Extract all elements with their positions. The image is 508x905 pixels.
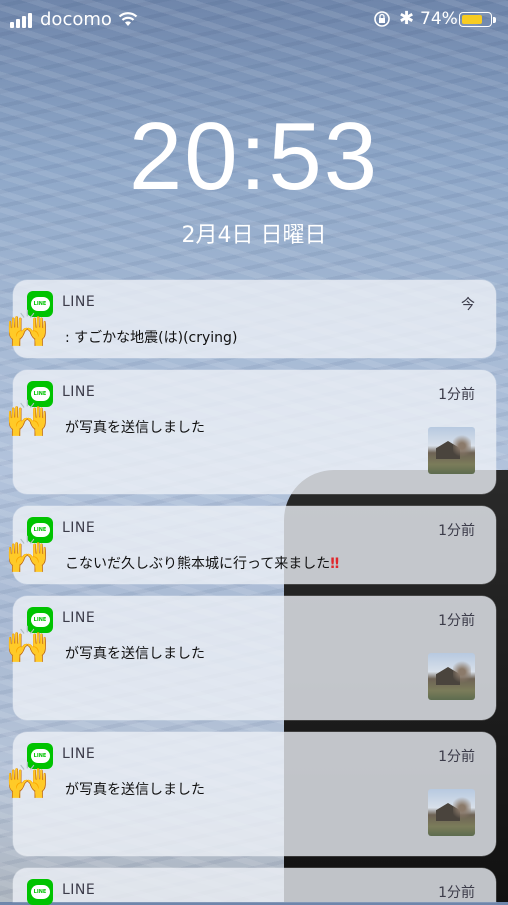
- line-app-icon: LINE: [27, 879, 53, 905]
- photo-thumbnail: [428, 653, 475, 700]
- battery-fill: [462, 15, 482, 24]
- raising-hands-emoji-icon: 🙌: [5, 535, 50, 576]
- notification-card[interactable]: LINE LINE 1分前 🙌 が写真を送信しました: [5, 732, 496, 856]
- carrier-name: docomo: [40, 9, 112, 30]
- notification-app-name: LINE: [62, 384, 96, 400]
- notification-card[interactable]: LINE LINE 1分前 🙌 が写真を送信しました: [5, 370, 496, 494]
- bluetooth-icon: ✱: [399, 8, 415, 29]
- raising-hands-emoji-icon: 🙌: [5, 399, 50, 440]
- raising-hands-emoji-icon: 🙌: [5, 625, 50, 666]
- status-bar: docomo ✱ 74%: [0, 0, 508, 40]
- notification-message: が写真を送信しました: [65, 646, 205, 662]
- raising-hands-emoji-icon: 🙌: [5, 761, 50, 802]
- lock-screen-date: 2月4日 日曜日: [181, 223, 327, 248]
- photo-thumbnail: [428, 789, 475, 836]
- cellular-signal-icon: [10, 12, 36, 28]
- notification-card[interactable]: LINE LINE 1分前 🙌 が写真を送信しました: [5, 596, 496, 720]
- photo-thumbnail: [428, 427, 475, 474]
- battery-icon: [459, 12, 496, 27]
- notification-app-name: LINE: [62, 610, 96, 626]
- notification-message: が写真を送信しました: [65, 782, 205, 798]
- notification-app-name: LINE: [62, 520, 96, 536]
- notification-time: 1分前: [438, 523, 475, 539]
- double-exclamation-icon: ‼: [330, 556, 340, 572]
- notification-message: が写真を送信しました: [65, 420, 205, 436]
- notification-card[interactable]: LINE LINE 1分前: [13, 868, 496, 905]
- notification-app-name: LINE: [62, 882, 96, 898]
- notification-app-name: LINE: [62, 746, 96, 762]
- notification-message: : すごかな地震(は)(crying): [65, 330, 238, 346]
- notification-time: 今: [461, 297, 475, 313]
- notification-time: 1分前: [438, 749, 475, 765]
- notification-time: 1分前: [438, 885, 475, 901]
- notification-card[interactable]: LINE LINE 今 🙌 : すごかな地震(は)(crying): [5, 280, 496, 358]
- battery-percent: 74%: [420, 9, 458, 29]
- raising-hands-emoji-icon: 🙌: [5, 309, 50, 350]
- wifi-icon: [118, 12, 138, 26]
- rotation-lock-icon: [374, 11, 390, 27]
- lock-screen-time: 20:53: [128, 103, 380, 210]
- notification-app-name: LINE: [62, 294, 96, 310]
- notification-time: 1分前: [438, 387, 475, 403]
- notification-time: 1分前: [438, 613, 475, 629]
- notification-message: こないだ久しぶり熊本城に行って来ました‼: [65, 556, 340, 572]
- notification-card[interactable]: LINE LINE 1分前 🙌 こないだ久しぶり熊本城に行って来ました‼: [5, 506, 496, 584]
